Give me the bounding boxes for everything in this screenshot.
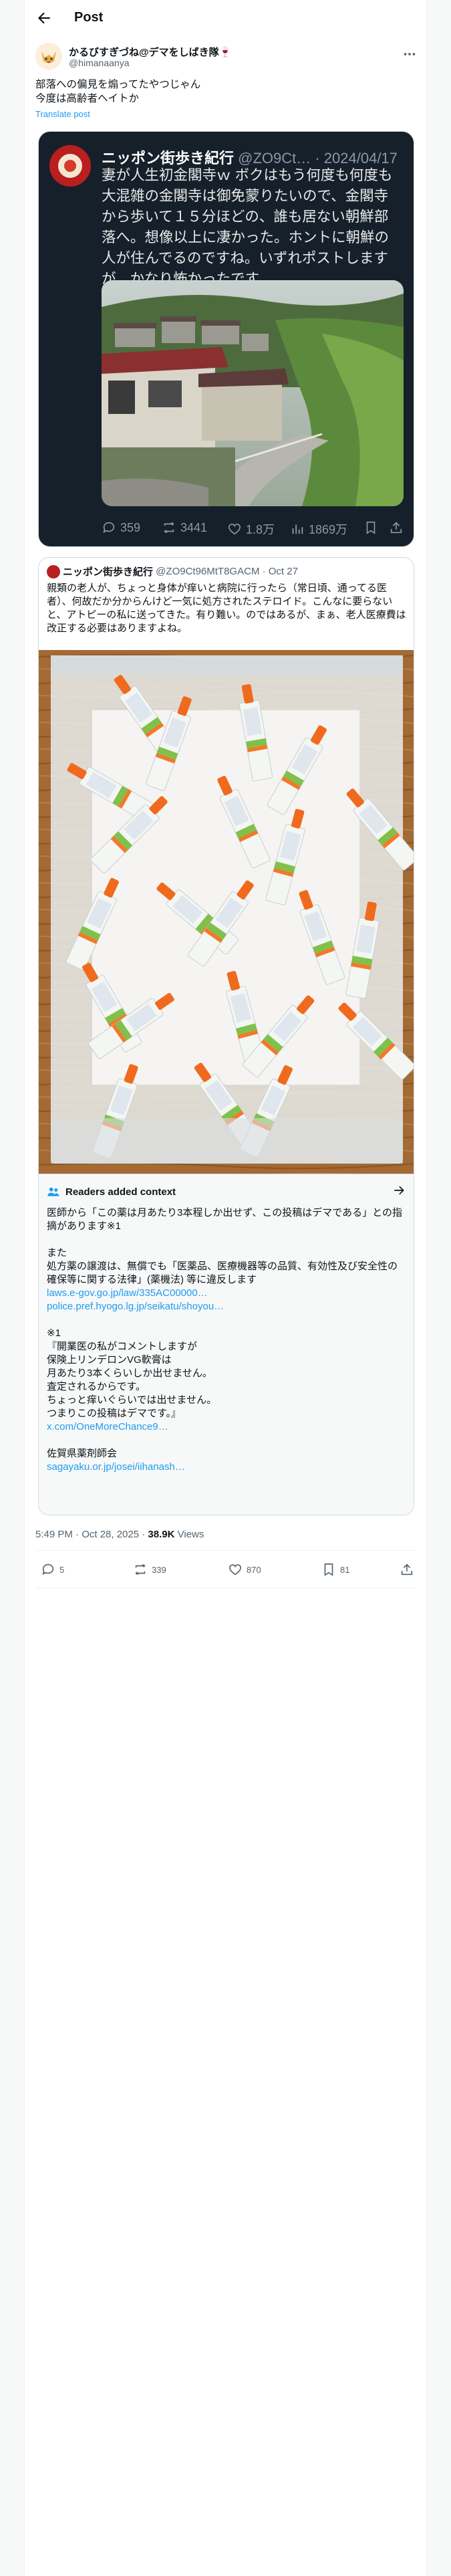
reply-icon [103, 522, 115, 533]
post-timestamp: 5:49 PM · Oct 28, 2025 · 38.9K Views [35, 1529, 204, 1540]
screenshot-likes: 1.8万 [227, 520, 275, 538]
note-title: Readers added context [65, 1186, 176, 1198]
repost-icon [135, 1564, 146, 1575]
note-paragraph: また 処方薬の譲渡は、無償でも「医薬品、医療機器等の品質、有効性及び安全性の確保… [47, 1247, 398, 1285]
post-author: かるびすぎづね@デマをしばき隊🍷 @himanaanya [35, 43, 417, 72]
avatar[interactable] [35, 43, 62, 70]
note-link[interactable]: police.pref.hyogo.lg.jp/seikatu/shoyou… [47, 1300, 405, 1313]
village-photo [102, 280, 404, 506]
repost-button[interactable]: 339 [133, 1562, 166, 1577]
attached-screenshot[interactable]: ニッポン街歩き紀行 @ZO9Ct… · 2024/04/17 妻が人生初金閣寺ｗ… [38, 131, 414, 547]
reply-icon [42, 1564, 54, 1575]
translate-link[interactable]: Translate post [35, 109, 90, 119]
reply-count: 5 [59, 1564, 65, 1575]
post-text: 部落への偏見を煽ってたやつじゃん 今度は高齢者ヘイトか [35, 78, 417, 106]
screenshot-bookmark [363, 520, 378, 535]
note-paragraph: 医師から「この薬は月あたり3本程しか出せず、この投稿はデマである」との指摘があり… [47, 1207, 402, 1232]
main-column: Post かるびすぎづね@デマをしばき隊🍷 @himanaanya 部落への偏見… [24, 0, 427, 2576]
note-paragraph: 佐賀県薬剤師会 [47, 1448, 118, 1459]
author-handle[interactable]: @himanaanya [69, 58, 130, 68]
note-link[interactable]: sagayaku.or.jp/josei/iihanash… [47, 1461, 405, 1474]
medicine-tubes-image [39, 650, 414, 1174]
share-icon [390, 522, 402, 534]
divider [35, 1550, 417, 1551]
heart-icon [229, 1564, 242, 1576]
village-photo-image [102, 280, 404, 506]
like-button[interactable]: 870 [228, 1562, 261, 1577]
bookmark-icon [366, 521, 375, 534]
screenshot-views-count: 1869万 [309, 523, 348, 536]
bookmark-button[interactable]: 81 [321, 1562, 349, 1577]
back-arrow-icon[interactable] [35, 9, 53, 27]
quoted-avatar [47, 564, 60, 578]
bookmark-icon [324, 1563, 333, 1576]
post-action-bar: 5 339 870 81 [35, 1558, 417, 1581]
screenshot-action-bar: 359 3441 1.8万 1869万 [102, 518, 404, 538]
fox-avatar-icon [35, 43, 62, 70]
screenshot-author-name: ニッポン街歩き紀行 [102, 150, 235, 167]
quoted-text: 親類の老人が、ちょっと身体が痒いと病院に行ったら（常日頃、通ってる医者）、何故だ… [47, 582, 406, 634]
share-icon [401, 1564, 413, 1576]
people-icon [47, 1187, 59, 1196]
note-header: Readers added context [47, 1185, 176, 1198]
screenshot-reposts-count: 3441 [180, 520, 208, 534]
page-header: Post [25, 0, 428, 35]
bookmark-count: 81 [340, 1564, 350, 1575]
screenshot-reposts: 3441 [162, 520, 207, 535]
medicine-photo[interactable] [39, 650, 414, 1174]
reply-button[interactable]: 5 [41, 1562, 64, 1577]
post-text-line: 部落への偏見を煽ってたやつじゃん [35, 79, 201, 90]
post-text-line: 今度は高齢者ヘイトか [35, 93, 140, 104]
views-count: 38.9K [148, 1529, 175, 1540]
post-time[interactable]: 5:49 PM · Oct 28, 2025 · [35, 1529, 148, 1540]
screenshot-share [389, 520, 404, 535]
arrow-right-icon[interactable] [392, 1184, 406, 1197]
screenshot-likes-count: 1.8万 [246, 523, 275, 536]
repost-icon [164, 522, 174, 533]
share-button[interactable] [400, 1562, 414, 1577]
screenshot-text: 妻が人生初金閣寺ｗ ボクはもう何度も何度も大混雑の金閣寺は御免蒙りたいので、金閣… [102, 167, 393, 287]
quoted-post[interactable]: ニッポン街歩き紀行 @ZO9Ct96MtT8GACM · Oct 27 親類の老… [38, 557, 414, 1515]
screenshot-meta: @ZO9Ct… · 2024/04/17 [234, 150, 398, 167]
like-count: 870 [247, 1564, 261, 1575]
note-link[interactable]: laws.e-gov.go.jp/law/335AC00000… [47, 1287, 405, 1300]
repost-count: 339 [152, 1564, 166, 1575]
page-title: Post [74, 10, 104, 25]
screenshot-avatar [49, 145, 91, 187]
red-emblem-icon [49, 145, 91, 187]
author-name[interactable]: かるびすぎづね@デマをしばき隊🍷 [69, 45, 231, 59]
screenshot-views: 1869万 [290, 520, 347, 538]
quoted-author: ニッポン街歩き紀行 @ZO9Ct96MtT8GACM · Oct 27 [47, 564, 298, 578]
heart-icon [228, 524, 241, 535]
views-chart-icon [292, 524, 303, 534]
more-options-icon[interactable] [402, 47, 417, 62]
views-label: Views [174, 1529, 204, 1540]
screenshot-replies-count: 359 [120, 520, 141, 534]
note-link[interactable]: x.com/OneMoreChance9… [47, 1420, 405, 1434]
note-body: 医師から「この薬は月あたり3本程しか出せず、この投稿はデマである」との指摘があり… [47, 1206, 405, 1474]
quoted-author-name: ニッポン街歩き紀行 [63, 566, 154, 578]
community-note: Readers added context 医師から「この薬は月あたり3本程しか… [39, 1174, 414, 1515]
screenshot-replies: 359 [102, 520, 140, 535]
note-paragraph: ※1 『開業医の私がコメントしますが 保険上リンデロンVG軟膏は 月あたり3本く… [47, 1327, 217, 1419]
quoted-meta: @ZO9Ct96MtT8GACM · Oct 27 [153, 566, 298, 577]
